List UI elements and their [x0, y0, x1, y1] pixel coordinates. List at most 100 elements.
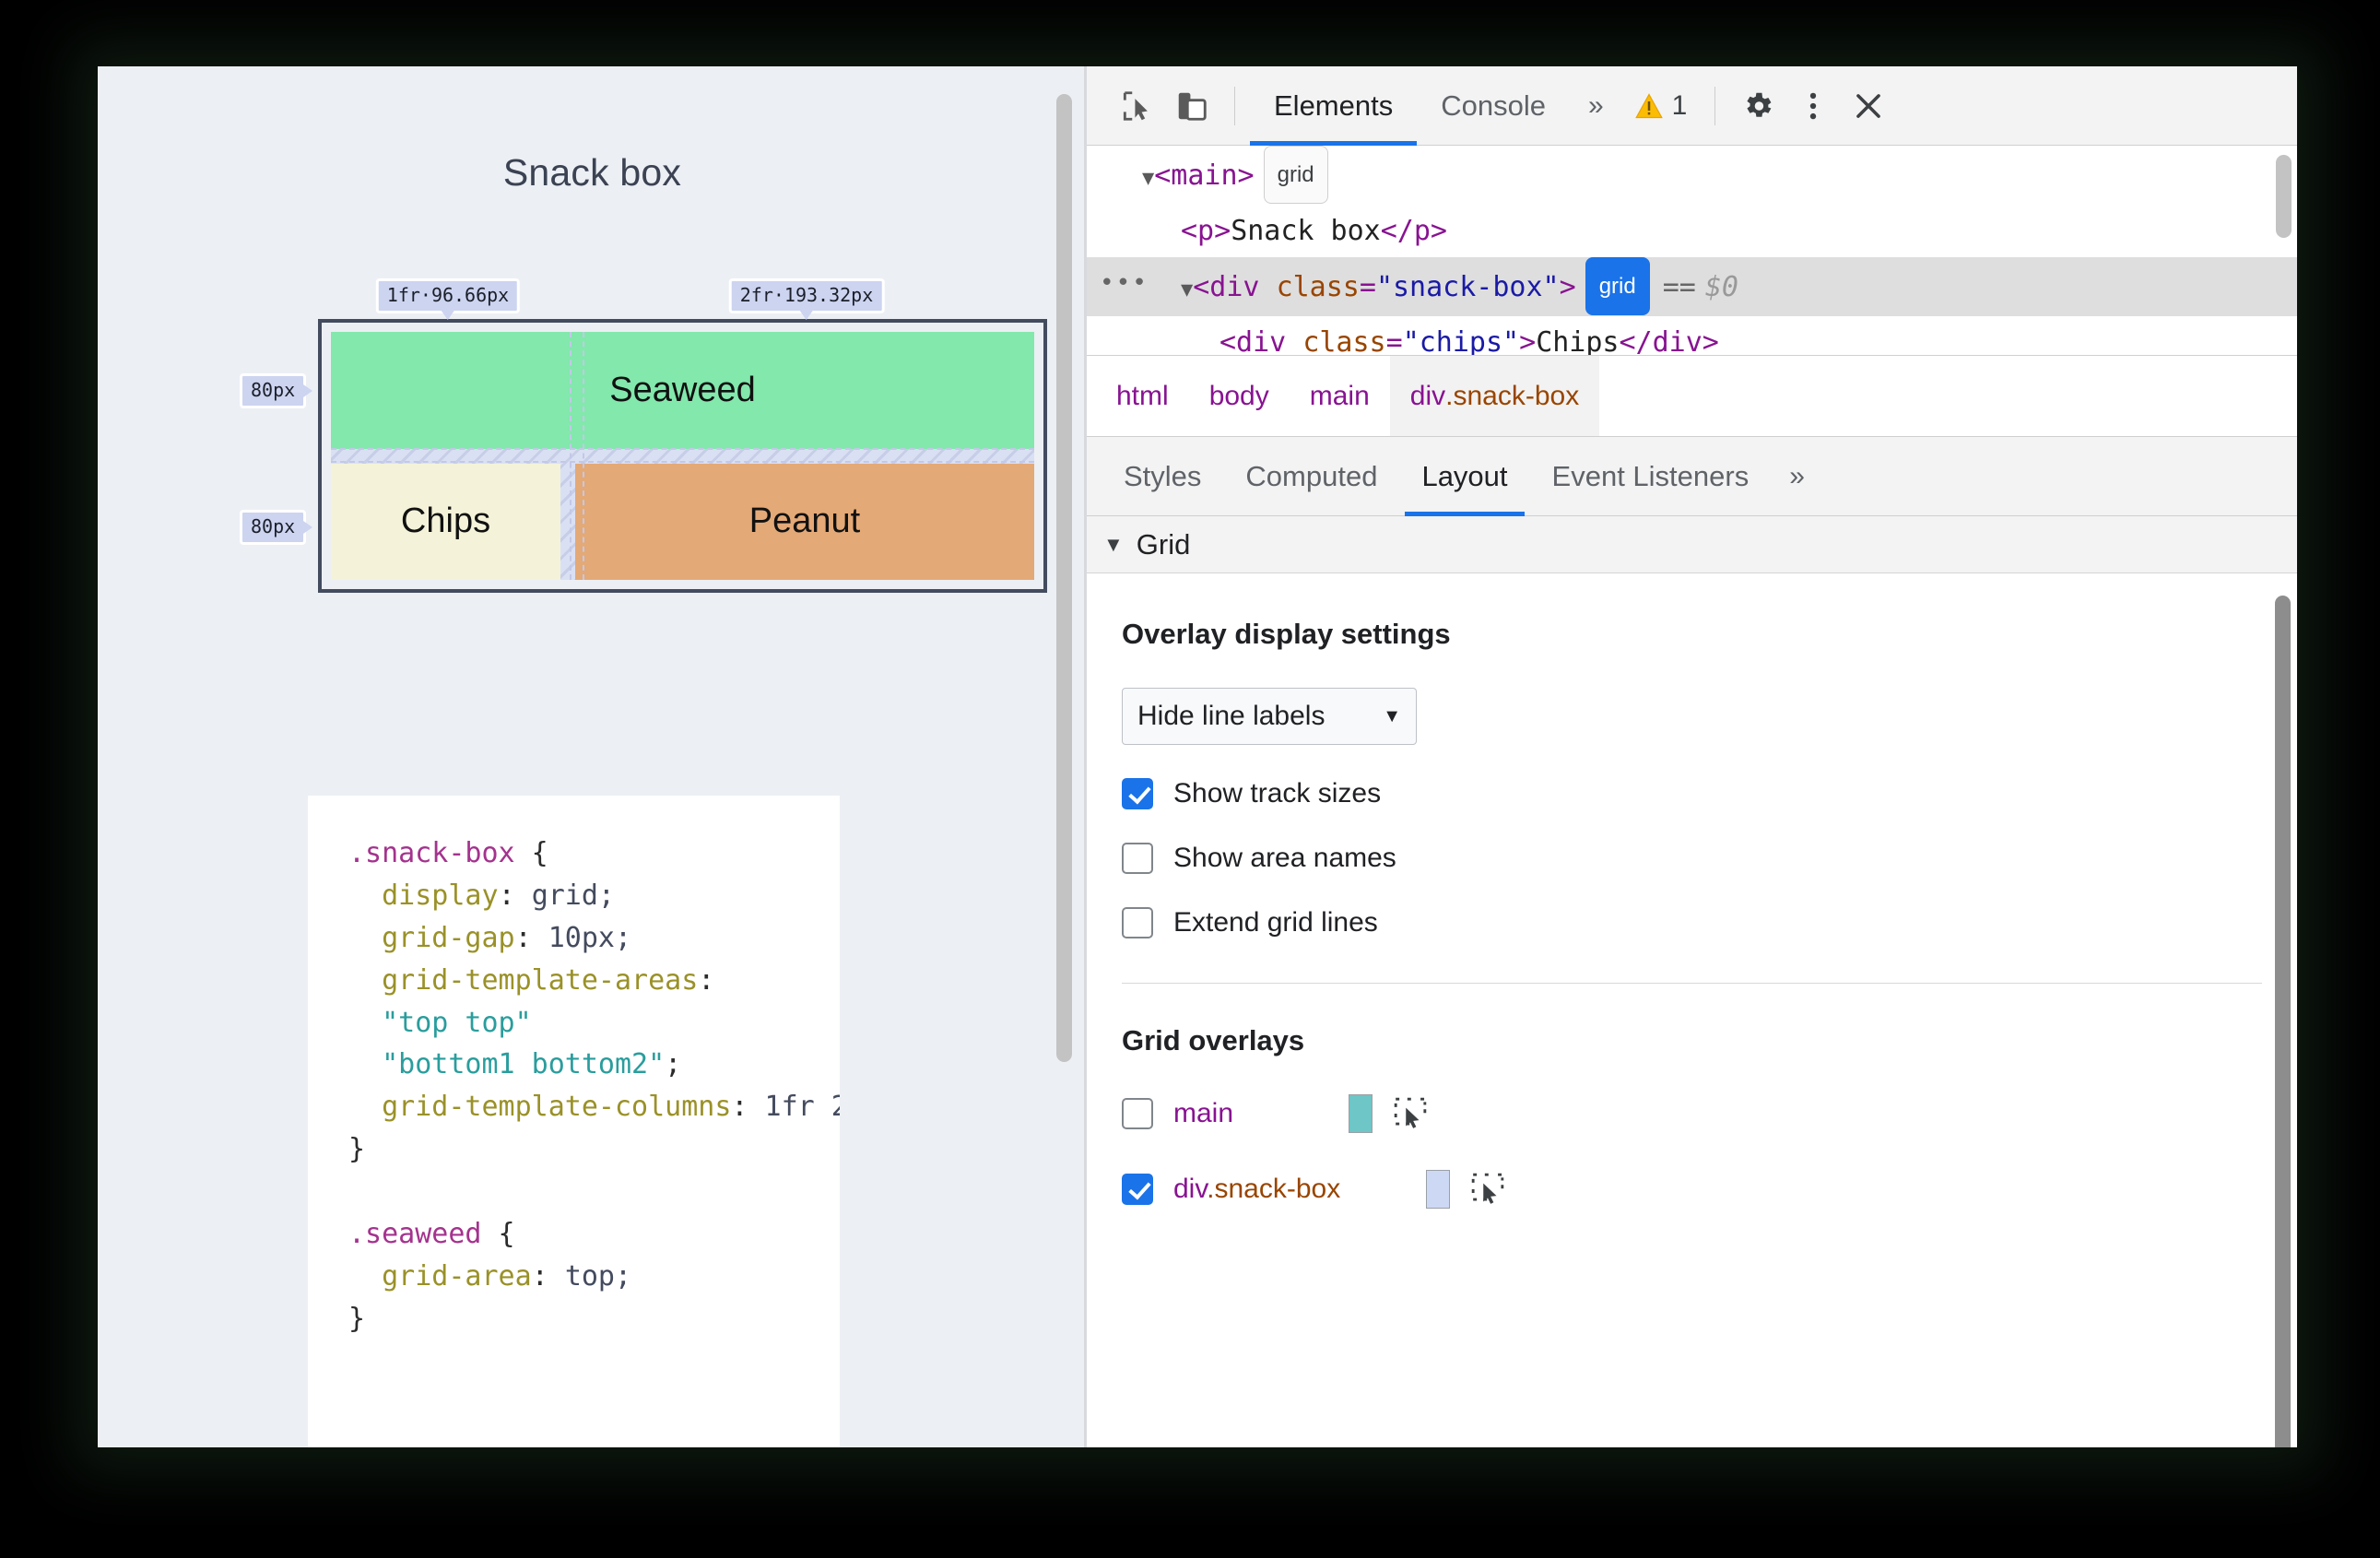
checkbox-icon[interactable] — [1122, 1174, 1153, 1205]
dom-tree-row[interactable]: <p>Snack box</p> — [1087, 205, 2297, 257]
css-code-card: .snack-box { display: grid; grid-gap: 10… — [308, 796, 840, 1447]
warning-indicator[interactable]: 1 — [1622, 90, 1701, 122]
dom-token: "chips" — [1402, 326, 1520, 356]
tab-elements[interactable]: Elements — [1250, 66, 1418, 146]
checkbox-icon[interactable] — [1122, 907, 1153, 938]
browser-window: Snack box Seaweed Chips Peanut 1fr·96.66… — [98, 66, 2297, 1447]
devtools-toolbar: Elements Console » 1 — [1087, 66, 2297, 146]
sidebar-tabs: Styles Computed Layout Event Listeners » — [1087, 437, 2297, 516]
code-line: } — [348, 1298, 799, 1340]
grid-cell-peanut: Peanut — [575, 463, 1034, 580]
code-token: : — [514, 921, 548, 954]
line-labels-select-value: Hide line labels — [1137, 701, 1325, 731]
track-size-label-row-1: 80px — [240, 373, 313, 408]
grid-overlay-div-snack-box[interactable]: div.snack-box — [1122, 1170, 2262, 1209]
code-token: { — [481, 1218, 515, 1251]
tab-elements-label: Elements — [1274, 89, 1394, 122]
overlay-tag: div — [1173, 1174, 1208, 1204]
chevron-down-icon: ▼ — [1103, 532, 1124, 556]
grid-overlays-title: Grid overlays — [1122, 1024, 1305, 1056]
dom-token: </div> — [1619, 326, 1719, 356]
dom-row-more-icon[interactable]: ••• — [1100, 257, 1149, 310]
sidebar-more-tabs-icon[interactable]: » — [1771, 461, 1823, 492]
tab-styles-label: Styles — [1124, 459, 1202, 492]
select-element-icon[interactable] — [1470, 1172, 1505, 1207]
checkbox-show-track-sizes-label: Show track sizes — [1173, 778, 1382, 809]
line-labels-select[interactable]: Hide line labels ▼ — [1122, 688, 1417, 745]
select-element-icon[interactable] — [1393, 1096, 1428, 1131]
code-line: .snack-box { — [348, 832, 799, 875]
page-pane-scroll-thumb[interactable] — [1056, 94, 1072, 1062]
kebab-menu-icon[interactable] — [1785, 78, 1841, 134]
breadcrumb-item-main[interactable]: main — [1290, 356, 1390, 436]
dom-token: ▼ — [1142, 167, 1155, 190]
code-line: grid-template-columns: 1fr 2fr; — [348, 1086, 840, 1128]
warning-count: 1 — [1671, 89, 1688, 121]
code-token: grid-area — [348, 1259, 532, 1292]
grid-badge[interactable]: grid — [1263, 146, 1328, 204]
overlay-class: .snack-box — [1207, 1174, 1341, 1204]
tab-console[interactable]: Console — [1417, 66, 1570, 146]
breadcrumb-item-div-snack-box[interactable]: div .snack-box — [1389, 356, 1600, 436]
code-token: : — [731, 1091, 765, 1124]
code-token: : — [531, 1259, 565, 1292]
gear-icon[interactable] — [1730, 78, 1785, 134]
code-line: .seaweed { — [348, 1213, 799, 1256]
checkbox-show-track-sizes[interactable]: Show track sizes — [1122, 778, 2262, 809]
tab-styles[interactable]: Styles — [1102, 437, 1223, 516]
code-token: "bottom1 bottom2" — [348, 1048, 666, 1081]
code-token: 1fr 2fr; — [764, 1091, 840, 1124]
toolbar-divider — [1234, 86, 1235, 125]
code-line: } — [348, 1128, 799, 1171]
checkbox-icon[interactable] — [1122, 1098, 1153, 1129]
checkbox-icon[interactable] — [1122, 843, 1153, 874]
color-swatch[interactable] — [1426, 1170, 1450, 1209]
layout-panel-scroll-thumb[interactable] — [2275, 596, 2291, 1447]
dom-tree[interactable]: ▼<main> grid <p>Snack box</p> ••• ▼<div clas… — [1087, 146, 2297, 356]
breadcrumb-item-body[interactable]: body — [1189, 356, 1290, 436]
grid-cell-seaweed: Seaweed — [331, 332, 1034, 449]
color-swatch[interactable] — [1349, 1094, 1373, 1133]
checkbox-icon[interactable] — [1122, 778, 1153, 809]
device-toolbar-icon[interactable] — [1164, 78, 1219, 134]
code-line: "top top" — [348, 1002, 799, 1045]
grid-overlay-main-label: main — [1173, 1098, 1234, 1128]
grid-section-header[interactable]: ▼ Grid — [1087, 516, 2297, 573]
code-token: { — [514, 837, 548, 869]
grid-cell-seaweed-label: Seaweed — [609, 370, 756, 409]
track-size-label-row-2: 80px — [240, 510, 313, 545]
dom-token: ▼ — [1181, 278, 1194, 301]
dom-tree-row[interactable]: ••• ▼<div class="snack-box"> grid == $0 — [1087, 257, 2297, 316]
grid-overlay-div-snack-box-label: div.snack-box — [1173, 1174, 1406, 1205]
grid-cell-peanut-label: Peanut — [748, 502, 861, 541]
tab-event-listeners[interactable]: Event Listeners — [1530, 437, 1772, 516]
checkbox-show-area-names[interactable]: Show area names — [1122, 843, 2262, 874]
inspect-element-icon[interactable] — [1109, 78, 1164, 134]
page-pane-scrollbar[interactable] — [1051, 66, 1077, 1447]
breadcrumb-class: .snack-box — [1445, 380, 1580, 411]
breadcrumb-tag: div — [1409, 380, 1446, 411]
breadcrumb[interactable]: html body main div .snack-box — [1087, 356, 2297, 437]
grid-badge[interactable]: grid — [1585, 257, 1650, 315]
dom-token: Snack box — [1231, 215, 1381, 247]
more-tabs-icon[interactable]: » — [1570, 90, 1622, 122]
dom-token: <main> — [1154, 159, 1255, 192]
breadcrumb-item-html[interactable]: html — [1096, 356, 1189, 436]
code-token: : — [698, 963, 715, 997]
tab-computed[interactable]: Computed — [1223, 437, 1399, 516]
code-token: grid; — [531, 879, 615, 912]
tab-layout[interactable]: Layout — [1399, 437, 1529, 516]
checkbox-extend-grid-lines[interactable]: Extend grid lines — [1122, 907, 2262, 938]
chevron-down-icon: ▼ — [1383, 705, 1401, 726]
code-line: grid-area: top; — [348, 1256, 799, 1298]
tab-computed-label: Computed — [1245, 459, 1378, 492]
dom-tree-row[interactable]: <div class="chips">Chips</div> — [1087, 316, 2297, 356]
toolbar-divider-2 — [1714, 86, 1716, 125]
dom-tree-scroll-thumb[interactable] — [2276, 155, 2292, 238]
code-line: grid-template-areas: — [348, 960, 799, 1002]
code-line: display: grid; — [348, 875, 799, 917]
dom-tree-row[interactable]: ▼<main> grid — [1087, 146, 2297, 205]
close-icon[interactable] — [1841, 78, 1896, 134]
grid-overlay-main[interactable]: main — [1122, 1094, 2262, 1133]
dom-token: class — [1276, 271, 1360, 303]
